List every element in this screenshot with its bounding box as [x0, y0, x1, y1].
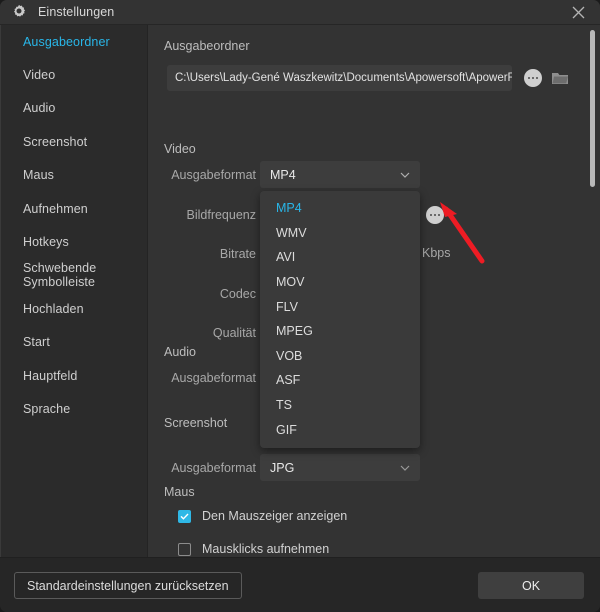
sidebar-item-label: Hotkeys: [23, 235, 69, 250]
sidebar-item-aufnehmen[interactable]: Aufnehmen: [1, 192, 147, 225]
sidebar-item-label: Maus: [23, 168, 54, 183]
sidebar-item-hotkeys[interactable]: Hotkeys: [1, 225, 147, 258]
output-path-field[interactable]: C:\Users\Lady-Gené Waszkewitz\Documents\…: [167, 65, 512, 91]
sidebar-item-maus[interactable]: Maus: [1, 159, 147, 192]
video-format-select[interactable]: MP4: [260, 161, 420, 188]
label-audio-format: Ausgabeformat: [171, 371, 256, 385]
dropdown-option-gif[interactable]: GIF: [260, 417, 420, 442]
video-framerate-more-button[interactable]: [426, 206, 444, 224]
dropdown-option-mov[interactable]: MOV: [260, 270, 420, 295]
record-clicks-checkbox[interactable]: [178, 542, 191, 556]
show-cursor-label: Den Mauszeiger anzeigen: [202, 509, 348, 523]
close-button[interactable]: [556, 0, 600, 25]
label-video-bitrate: Bitrate: [219, 247, 256, 261]
chevron-down-icon: [400, 465, 410, 471]
output-path-browse-button[interactable]: [524, 69, 542, 87]
sidebar-item-label: Start: [23, 335, 50, 350]
settings-content: Ausgabeordner C:\Users\Lady-Gené Waszkew…: [148, 25, 600, 557]
sidebar-item-label: Ausgabeordner: [23, 34, 110, 49]
ellipsis-dot: [433, 213, 437, 217]
checkbox-row-record-clicks[interactable]: Mausklicks aufnehmen: [178, 542, 329, 556]
sidebar-item-label: Aufnehmen: [23, 201, 88, 216]
dropdown-option-avi[interactable]: AVI: [260, 245, 420, 270]
content-scrollbar-track[interactable]: [590, 27, 598, 555]
record-clicks-label: Mausklicks aufnehmen: [202, 542, 330, 556]
dropdown-option-flv[interactable]: FLV: [260, 294, 420, 319]
ellipsis-dot: [437, 213, 441, 217]
sidebar-item-start[interactable]: Start: [1, 326, 147, 359]
group-title-output-folder: Ausgabeordner: [164, 39, 250, 53]
sidebar-item-label: Schwebende Symbolleiste: [23, 261, 97, 290]
label-bitrate-unit: Kbps: [422, 246, 451, 260]
dropdown-option-wmv[interactable]: WMV: [260, 221, 420, 246]
title-bar: Einstellungen: [0, 0, 600, 25]
group-title-video: Video: [164, 142, 196, 156]
folder-icon[interactable]: [551, 70, 569, 86]
sidebar-item-video[interactable]: Video: [1, 58, 147, 91]
dropdown-option-mp4[interactable]: MP4: [260, 196, 420, 221]
chevron-down-icon: [400, 172, 410, 178]
window-title: Einstellungen: [38, 5, 115, 19]
sidebar-item-label: Hauptfeld: [23, 368, 78, 383]
close-icon: [572, 6, 584, 19]
sidebar-item-label: Video: [23, 68, 56, 83]
dropdown-option-ts[interactable]: TS: [260, 393, 420, 418]
sidebar-item-hochladen[interactable]: Hochladen: [1, 292, 147, 325]
video-format-value: MP4: [270, 167, 296, 182]
dropdown-option-vob[interactable]: VOB: [260, 344, 420, 369]
dialog-footer: Standardeinstellungen zurücksetzen OK: [0, 557, 600, 612]
show-cursor-checkbox[interactable]: [178, 509, 191, 523]
sidebar-item-label: Hochladen: [23, 301, 84, 316]
label-video-quality: Qualität: [212, 326, 256, 340]
sidebar-item-label: Audio: [23, 101, 56, 116]
checkbox-row-show-cursor[interactable]: Den Mauszeiger anzeigen: [178, 509, 347, 523]
checkmark-icon: [180, 513, 189, 520]
sidebar-item-audio[interactable]: Audio: [1, 92, 147, 125]
group-title-screenshot: Screenshot: [164, 416, 228, 430]
group-title-mouse: Maus: [164, 485, 195, 499]
label-screenshot-format: Ausgabeformat: [171, 461, 256, 475]
group-title-audio: Audio: [164, 345, 196, 359]
sidebar-item-label: Sprache: [23, 401, 71, 416]
label-video-format: Ausgabeformat: [171, 168, 256, 182]
sidebar-item-sprache[interactable]: Sprache: [1, 392, 147, 425]
sidebar-item-hauptfeld[interactable]: Hauptfeld: [1, 359, 147, 392]
dropdown-option-mpeg[interactable]: MPEG: [260, 319, 420, 344]
settings-window: Einstellungen Ausgabeordner Video Audio …: [0, 0, 600, 612]
ellipsis-dot: [535, 76, 539, 80]
ok-button[interactable]: OK: [478, 572, 584, 599]
video-format-dropdown-list[interactable]: MP4 WMV AVI MOV FLV MPEG VOB ASF TS GIF: [260, 191, 420, 448]
label-video-codec: Codec: [219, 287, 256, 301]
sidebar-item-screenshot[interactable]: Screenshot: [1, 125, 147, 158]
content-scrollbar-thumb[interactable]: [590, 30, 595, 187]
dropdown-option-asf[interactable]: ASF: [260, 368, 420, 393]
settings-sidebar: Ausgabeordner Video Audio Screenshot Mau…: [0, 25, 148, 557]
screenshot-format-select[interactable]: JPG: [260, 454, 420, 481]
sidebar-item-schwebende-symbolleiste[interactable]: Schwebende Symbolleiste: [1, 259, 147, 292]
ellipsis-dot: [527, 76, 531, 80]
ellipsis-dot: [531, 76, 535, 80]
ellipsis-dot: [429, 213, 433, 217]
reset-defaults-button[interactable]: Standardeinstellungen zurücksetzen: [14, 572, 242, 599]
screenshot-format-value: JPG: [270, 460, 295, 475]
gear-icon: [14, 4, 26, 17]
label-video-framerate: Bildfrequenz: [186, 208, 257, 222]
sidebar-item-ausgabeordner[interactable]: Ausgabeordner: [1, 25, 147, 58]
sidebar-item-label: Screenshot: [23, 134, 88, 149]
